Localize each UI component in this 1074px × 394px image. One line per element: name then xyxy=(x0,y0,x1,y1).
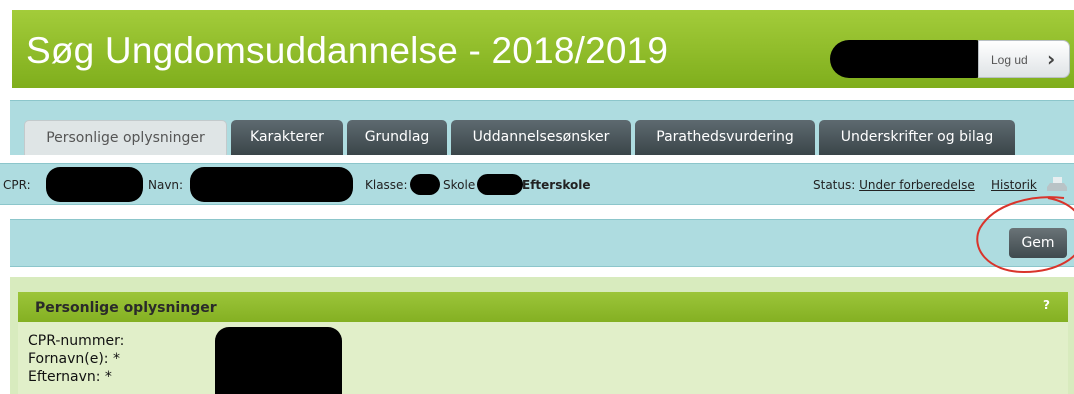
section-body: CPR-nummer: Fornavn(e): * Efternavn: * xyxy=(18,322,1068,394)
first-name-label: Fornavn(e): * xyxy=(28,351,120,367)
redacted-cpr xyxy=(46,167,143,202)
tab-personlige-oplysninger[interactable]: Personlige oplysninger xyxy=(24,120,227,155)
logout-button[interactable]: Log ud › xyxy=(978,40,1070,78)
section-title: Personlige oplysninger xyxy=(35,300,217,316)
tab-grundlag[interactable]: Grundlag xyxy=(347,120,447,155)
student-info-bar: CPR: Navn: Klasse: Skole Efterskole Stat… xyxy=(0,163,1074,205)
redacted-name xyxy=(190,167,353,202)
help-button[interactable]: ? xyxy=(1043,298,1050,312)
status-value-link[interactable]: Under forberedelse xyxy=(859,178,975,192)
tab-uddannelsesonsker[interactable]: Uddannelsesønsker xyxy=(451,120,631,155)
redacted-school xyxy=(477,174,523,195)
app-header: Søg Ungdomsuddannelse - 2018/2019 Log ud… xyxy=(12,10,1074,88)
last-name-label: Efternavn: * xyxy=(28,369,112,385)
section-header: Personlige oplysninger ? xyxy=(18,292,1068,322)
cpr-number-label: CPR-nummer: xyxy=(28,333,125,349)
history-link[interactable]: Historik xyxy=(991,178,1037,192)
redacted-class xyxy=(410,174,440,195)
navn-label: Navn: xyxy=(148,178,184,192)
redacted-personal-data xyxy=(215,327,342,394)
tab-karakterer[interactable]: Karakterer xyxy=(231,120,343,155)
tabs-panel: Personlige oplysninger Karakterer Grundl… xyxy=(10,100,1074,155)
klasse-label: Klasse: xyxy=(365,178,408,192)
redacted-user-name xyxy=(830,40,980,78)
page-title: Søg Ungdomsuddannelse - 2018/2019 xyxy=(26,30,669,71)
status-text: Status: Under forberedelse xyxy=(813,178,975,192)
skole-label: Skole xyxy=(443,178,476,192)
status-label: Status: xyxy=(813,178,856,192)
personal-info-section: Personlige oplysninger ? CPR-nummer: For… xyxy=(10,277,1074,394)
tab-parathedsvurdering[interactable]: Parathedsvurdering xyxy=(635,120,815,155)
cpr-label: CPR: xyxy=(3,178,31,192)
save-toolbar xyxy=(10,219,1074,267)
school-type: Efterskole xyxy=(522,178,591,192)
print-icon[interactable] xyxy=(1046,177,1068,191)
logout-label: Log ud xyxy=(991,53,1028,67)
tab-underskrifter-og-bilag[interactable]: Underskrifter og bilag xyxy=(819,120,1015,155)
chevron-right-icon: › xyxy=(1047,47,1056,71)
red-annotation-circle xyxy=(976,196,1074,274)
